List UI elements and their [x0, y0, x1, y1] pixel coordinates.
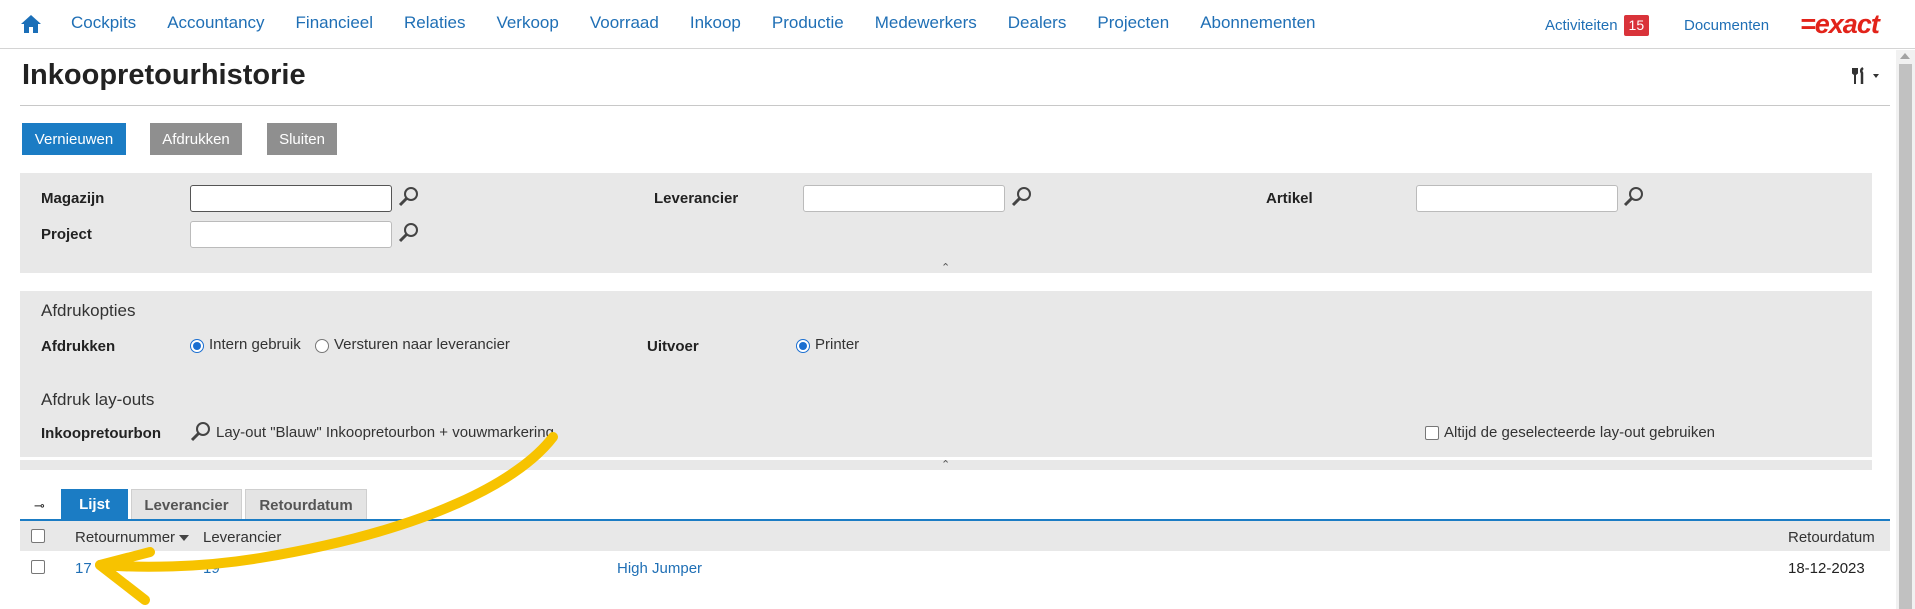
column-leverancier[interactable]: Leverancier	[203, 529, 281, 546]
close-button[interactable]: Sluiten	[267, 123, 337, 155]
collapse-caret-icon[interactable]: ⌃	[941, 263, 950, 274]
inkoopretourbon-label: Inkoopretourbon	[41, 425, 161, 442]
artikel-search-icon[interactable]	[1623, 186, 1645, 208]
layout-value[interactable]: Lay-out "Blauw" Inkoopretourbon + vouwma…	[216, 424, 554, 441]
nav-verkoop[interactable]: Verkoop	[496, 13, 558, 33]
home-icon[interactable]	[20, 13, 42, 35]
nav-accountancy[interactable]: Accountancy	[167, 13, 264, 33]
vertical-scrollbar[interactable]	[1896, 50, 1915, 609]
filter-panel: Magazijn Project Leverancier Artikel	[20, 173, 1872, 263]
activiteiten-label: Activiteiten	[1545, 17, 1618, 34]
print-options-panel: Afdrukopties Afdrukken Intern gebruik Ve…	[20, 291, 1872, 457]
row-checkbox[interactable]	[31, 560, 45, 574]
artikel-input[interactable]	[1416, 185, 1618, 212]
activiteiten-count-badge: 15	[1623, 15, 1650, 36]
top-navigation: Cockpits Accountancy Financieel Relaties…	[0, 0, 1915, 49]
collapse-caret-icon[interactable]: ⌃	[941, 460, 950, 471]
nav-relaties[interactable]: Relaties	[404, 13, 465, 33]
refresh-button[interactable]: Vernieuwen	[22, 123, 126, 155]
afdrukken-label: Afdrukken	[41, 338, 116, 355]
column-retournummer[interactable]: Retournummer	[75, 529, 190, 546]
scroll-up-arrow-icon[interactable]	[1900, 53, 1910, 59]
column-retourdatum[interactable]: Retourdatum	[1788, 529, 1875, 546]
nav-voorraad[interactable]: Voorraad	[590, 13, 659, 33]
project-search-icon[interactable]	[398, 222, 420, 244]
always-use-layout-label: Altijd de geselecteerde lay-out gebruike…	[1444, 424, 1716, 441]
sort-desc-icon	[179, 535, 190, 542]
magazijn-search-icon[interactable]	[398, 186, 420, 208]
nav-financieel[interactable]: Financieel	[296, 13, 374, 33]
row-retournummer-link[interactable]: 17	[75, 560, 92, 577]
column-retournummer-label: Retournummer	[75, 529, 176, 546]
radio-intern-gebruik[interactable]	[190, 339, 204, 353]
nav-productie[interactable]: Productie	[772, 13, 844, 33]
select-all-checkbox[interactable]	[31, 529, 45, 543]
main-menu: Cockpits Accountancy Financieel Relaties…	[71, 13, 1347, 33]
pin-icon[interactable]: ⊸	[34, 498, 45, 514]
print-options-collapse-bar[interactable]: ⌃	[20, 460, 1872, 471]
documenten-link[interactable]: Documenten	[1684, 17, 1769, 34]
nav-abonnementen[interactable]: Abonnementen	[1200, 13, 1315, 33]
row-leverancier-code-link[interactable]: 19	[203, 560, 220, 577]
row-leverancier-naam-link[interactable]: High Jumper	[617, 560, 702, 577]
leverancier-input[interactable]	[803, 185, 1005, 212]
project-label: Project	[41, 226, 92, 243]
nav-cockpits[interactable]: Cockpits	[71, 13, 136, 33]
title-divider	[20, 105, 1890, 106]
nav-medewerkers[interactable]: Medewerkers	[875, 13, 977, 33]
radio-versturen-leverancier[interactable]	[315, 339, 329, 353]
scrollbar-thumb[interactable]	[1899, 64, 1912, 609]
table-header: Retournummer Leverancier Retourdatum	[20, 521, 1890, 551]
magazijn-label: Magazijn	[41, 190, 105, 207]
leverancier-search-icon[interactable]	[1011, 186, 1033, 208]
tab-leverancier[interactable]: Leverancier	[131, 489, 242, 520]
tab-lijst[interactable]: Lijst	[61, 489, 128, 520]
tools-icon[interactable]	[1851, 66, 1887, 86]
layouts-title: Afdruk lay-outs	[41, 390, 155, 409]
always-use-layout-checkbox[interactable]	[1425, 426, 1439, 440]
intern-gebruik-label: Intern gebruik	[209, 336, 301, 353]
magazijn-input[interactable]	[190, 185, 392, 212]
artikel-label: Artikel	[1266, 190, 1313, 207]
leverancier-label: Leverancier	[654, 190, 739, 207]
print-button[interactable]: Afdrukken	[150, 123, 242, 155]
print-options-title: Afdrukopties	[41, 301, 136, 320]
printer-label: Printer	[815, 336, 860, 353]
nav-inkoop[interactable]: Inkoop	[690, 13, 741, 33]
page-title: Inkoopretourhistorie	[22, 59, 306, 91]
table-row: 17 19 High Jumper 18-12-2023	[20, 553, 1890, 583]
exact-logo[interactable]: =exact	[1800, 11, 1880, 38]
versturen-leverancier-label: Versturen naar leverancier	[334, 336, 510, 353]
activiteiten-link[interactable]: Activiteiten 15	[1545, 15, 1650, 36]
filter-collapse-bar[interactable]: ⌃	[20, 263, 1872, 274]
uitvoer-label: Uitvoer	[647, 338, 699, 355]
radio-printer[interactable]	[796, 339, 810, 353]
tab-retourdatum[interactable]: Retourdatum	[245, 489, 367, 520]
nav-projecten[interactable]: Projecten	[1097, 13, 1169, 33]
layout-search-icon[interactable]	[190, 421, 212, 443]
row-retourdatum: 18-12-2023	[1788, 560, 1865, 577]
nav-dealers[interactable]: Dealers	[1008, 13, 1067, 33]
project-input[interactable]	[190, 221, 392, 248]
